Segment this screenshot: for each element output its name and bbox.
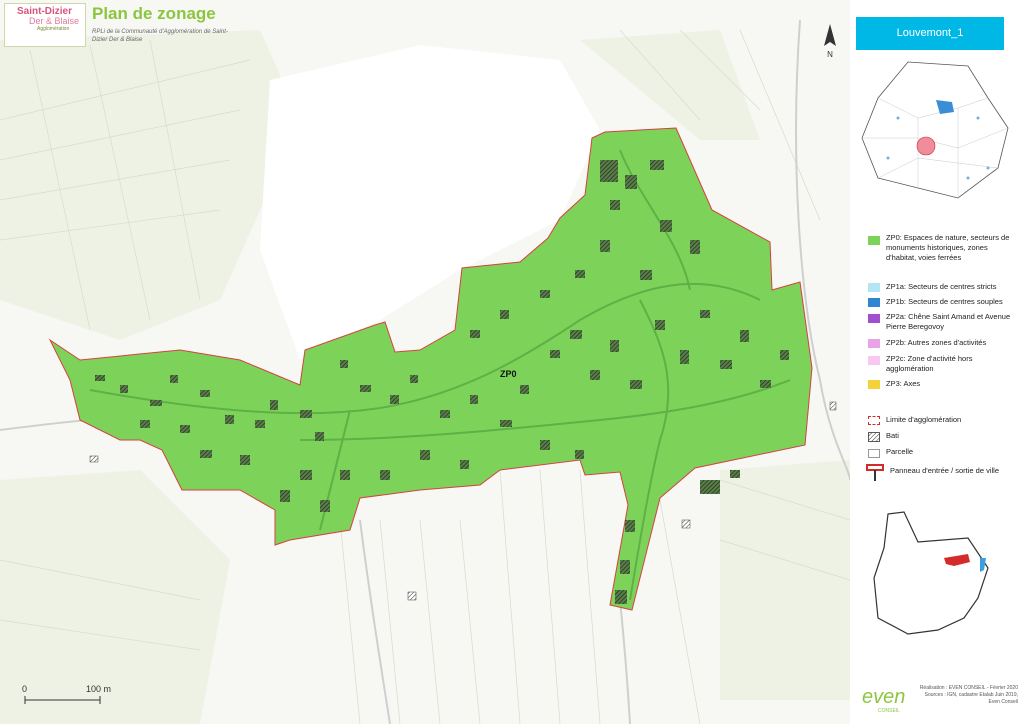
legend-item-zp0: ZP0: Espaces de nature, secteurs de monu… <box>886 233 1010 262</box>
legend-item-zp2c: ZP2c: Zone d'activité hors agglomération <box>886 354 973 373</box>
map-title: Plan de zonage <box>92 4 216 23</box>
credits-line-3: Even Conseil <box>988 699 1018 705</box>
legend-swatch-zp2c <box>868 356 880 365</box>
limit-dashed-icon <box>868 416 880 425</box>
legend-symbol-parcelle: Parcelle <box>886 447 914 456</box>
legend-item-zp1a: ZP1a: Secteurs de centres stricts <box>886 282 997 291</box>
agglomeration-logo: Saint-Dizier Der & Blaise Agglomération <box>4 3 86 47</box>
legend-item-zp2a: ZP2a: Chêne Saint Amand et Avenue Pierre… <box>886 312 1011 331</box>
even-logo: even <box>862 686 906 708</box>
legend-swatch-zp1a <box>868 283 880 292</box>
credits-line-2: Sources : IGN, cadastre Etalab Juin 2019… <box>924 692 1018 698</box>
legend-symbol-limit: Limite d'agglomération <box>886 415 962 424</box>
even-logo-sub: CONSEIL <box>878 708 900 714</box>
zoning-map[interactable]: ZP0 <box>0 0 850 724</box>
scale-start-label: 0 <box>22 684 28 694</box>
legend-item-zp2b: ZP2b: Autres zones d'activités <box>886 338 987 347</box>
north-label: N <box>827 50 833 59</box>
north-arrow-icon: N <box>824 24 836 59</box>
legend-swatch-zp2a <box>868 314 880 323</box>
legend-swatch-zp2b <box>868 339 880 348</box>
locator-map-region <box>861 61 1009 199</box>
commune-name: Louvemont_1 <box>856 17 1004 50</box>
scale-end-label: 100 m <box>86 684 112 694</box>
building-hatch-icon <box>868 432 880 442</box>
zone-label: ZP0 <box>500 369 517 379</box>
legend-swatch-zp1b <box>868 298 880 307</box>
map-subtitle: RPLi de la Communauté d'Agglomération de… <box>92 29 228 43</box>
credits-line-1: Réalisation : EVEN CONSEIL - Février 202… <box>919 685 1018 691</box>
legend-swatch-zp3 <box>868 380 880 389</box>
legend-symbol-sign: Panneau d'entrée / sortie de ville <box>890 466 1000 475</box>
parcel-icon <box>868 449 880 458</box>
locator-map-commune <box>873 511 989 635</box>
legend-item-zp3: ZP3: Axes <box>886 379 921 388</box>
legend-swatch-zp0 <box>868 236 880 245</box>
map-credits: Réalisation : EVEN CONSEIL - Février 202… <box>910 685 1018 706</box>
legend-symbol-bati: Bati <box>886 431 899 440</box>
legend-item-zp1b: ZP1b: Secteurs de centres souples <box>886 297 1003 306</box>
logo-line-3: Agglomération <box>37 26 70 32</box>
town-sign-icon <box>866 464 884 481</box>
logo-line-2: Der & Blaise <box>29 16 80 26</box>
